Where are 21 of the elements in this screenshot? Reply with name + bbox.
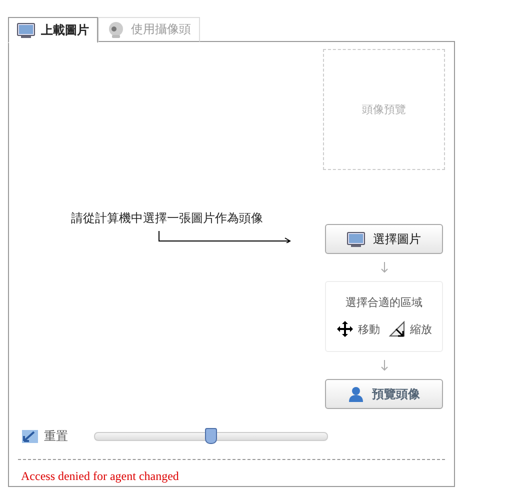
monitor-icon [17, 22, 35, 38]
user-icon [348, 386, 364, 402]
webcam-icon [107, 20, 125, 38]
zoom-label: 縮放 [410, 322, 432, 336]
arrow-icon [158, 231, 292, 243]
preview-avatar-button[interactable]: 預覽頭像 [325, 379, 443, 409]
move-label: 移動 [358, 322, 380, 336]
monitor-icon [347, 232, 365, 246]
reset-label[interactable]: 重置 [44, 428, 68, 444]
slider-thumb[interactable] [205, 428, 217, 444]
reset-icon[interactable] [22, 429, 38, 443]
preview-label: 頭像預覽 [362, 102, 406, 117]
down-arrow-icon [380, 360, 388, 371]
select-image-button[interactable]: 選擇圖片 [325, 224, 443, 254]
resize-icon [388, 320, 406, 338]
error-message: Access denied for agent changed [21, 469, 180, 484]
crop-hint-title: 選擇合適的區域 [346, 295, 422, 310]
tab[interactable]: 上載圖片 [8, 17, 98, 43]
move-icon [336, 320, 354, 338]
instruction-text: 請從計算機中選擇一張圖片作為頭像 [71, 210, 264, 227]
down-arrow-icon [380, 262, 388, 273]
